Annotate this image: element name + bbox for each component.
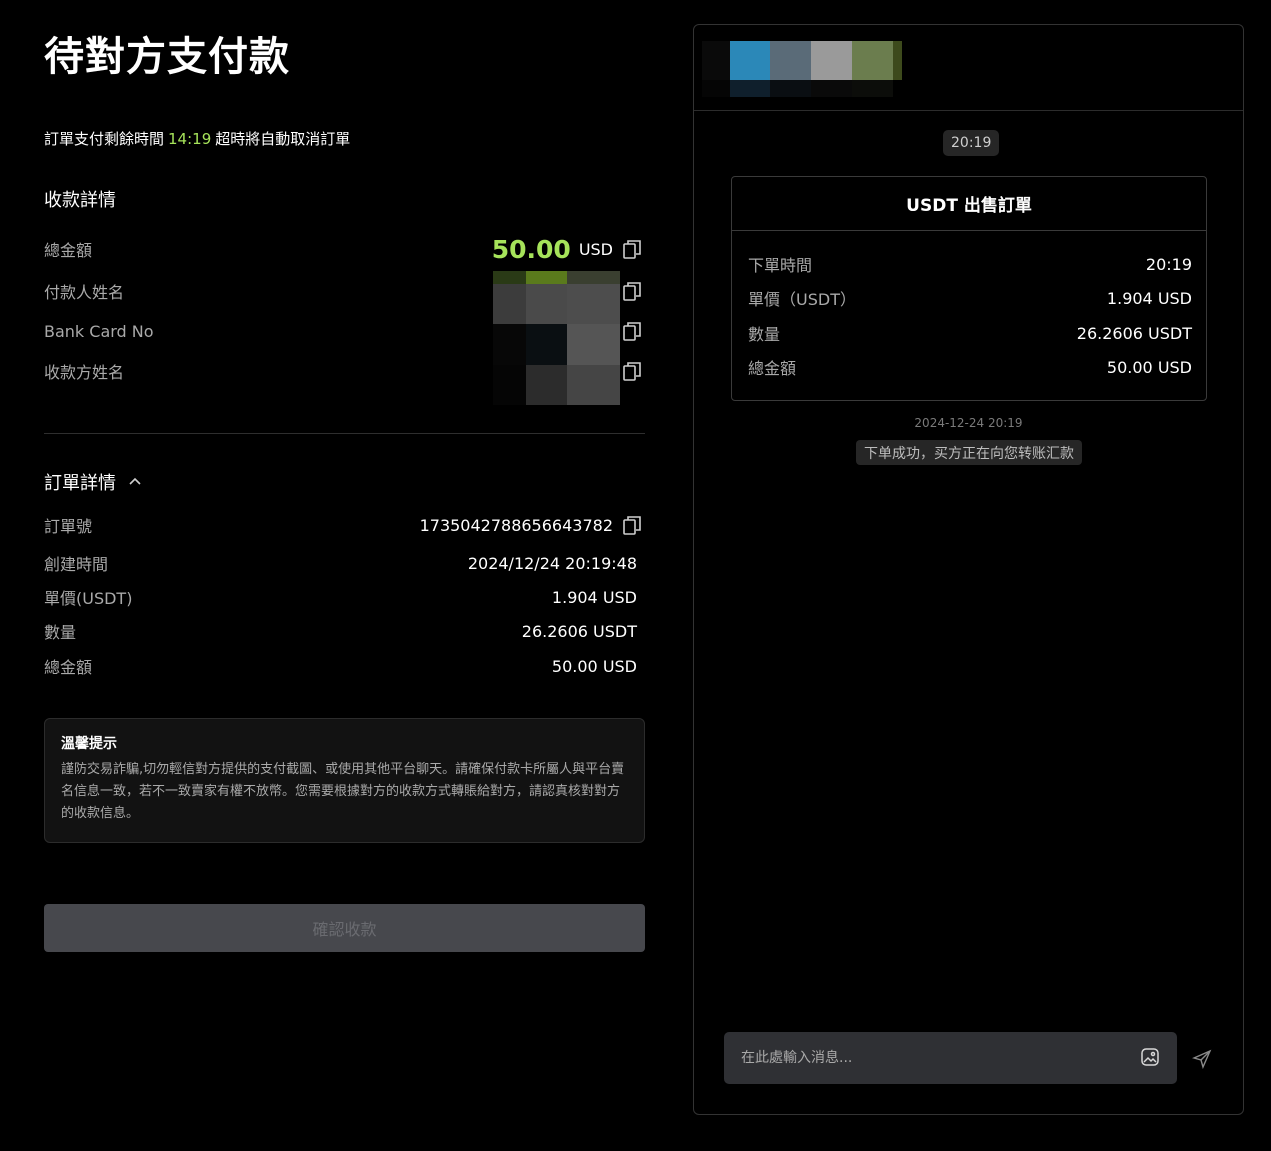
tip-title: 溫馨提示	[61, 736, 117, 752]
confirm-receipt-button[interactable]: 確認收款	[44, 904, 645, 952]
order-card-title: USDT 出售訂單	[732, 177, 1206, 231]
divider	[44, 433, 645, 434]
system-message-time: 2024-12-24 20:19	[914, 416, 1023, 430]
system-message: 下单成功，买方正在向您转账汇款	[856, 440, 1082, 465]
order-total-label: 總金額	[44, 658, 93, 677]
chat-panel: 20:19 USDT 出售訂單 下單時間 20:19 單價（USDT） 1.90…	[693, 24, 1244, 1115]
countdown-time: 14:19	[168, 130, 212, 148]
copy-icon[interactable]	[623, 321, 641, 341]
payment-total-label: 總金額	[44, 241, 93, 260]
order-card-row: 總金額 50.00 USD	[748, 353, 1192, 381]
order-card-row: 單價（USDT） 1.904 USD	[748, 284, 1192, 312]
message-input-container	[724, 1032, 1177, 1084]
payment-total-unit: USD	[578, 239, 613, 259]
payment-details-title: 收款詳情	[44, 190, 116, 211]
chat-time-pill: 20:19	[943, 130, 1000, 156]
order-card-label: 下單時間	[748, 256, 813, 275]
payment-total-row: 總金額 50.00 USD	[44, 234, 645, 264]
order-detail-row: 創建時間 2024/12/24 20:19:48	[44, 548, 645, 578]
chevron-up-icon[interactable]	[128, 475, 142, 489]
countdown-prefix: 訂單支付剩餘時間	[44, 130, 165, 148]
message-input[interactable]	[724, 1032, 1124, 1084]
countdown-suffix: 超時將自動取消訂單	[215, 130, 351, 148]
order-card-row: 下單時間 20:19	[748, 250, 1192, 278]
order-card-label: 數量	[748, 325, 781, 344]
payee-name-label: 收款方姓名	[44, 363, 125, 382]
payment-total-amount: 50.00	[491, 234, 571, 264]
order-total-value: 50.00 USD	[551, 656, 637, 676]
order-detail-row: 數量 26.2606 USDT	[44, 616, 645, 646]
order-card-value: 20:19	[1145, 254, 1192, 274]
tip-text: 謹防交易詐騙,切勿輕信對方提供的支付截圖、或使用其他平台聊天。請確保付款卡所屬人…	[61, 762, 625, 821]
order-card-label: 總金額	[748, 359, 797, 378]
order-number-label: 訂單號	[44, 517, 93, 536]
order-detail-row: 總金額 50.00 USD	[44, 651, 645, 681]
order-detail-row: 單價(USDT) 1.904 USD	[44, 582, 645, 612]
page-title: 待對方支付款	[44, 34, 290, 80]
copy-icon[interactable]	[623, 281, 641, 301]
order-card-row: 數量 26.2606 USDT	[748, 319, 1192, 347]
unit-price-value: 1.904 USD	[551, 587, 637, 607]
created-time-value: 2024/12/24 20:19:48	[467, 553, 637, 573]
redacted-payment-info	[493, 271, 620, 405]
copy-icon[interactable]	[623, 515, 641, 535]
countdown-notice: 訂單支付剩餘時間 14:19 超時將自動取消訂單	[44, 128, 350, 149]
quantity-label: 數量	[44, 623, 77, 642]
copy-icon[interactable]	[623, 361, 641, 381]
payer-name-label: 付款人姓名	[44, 283, 125, 302]
copy-icon[interactable]	[623, 239, 641, 259]
order-card-label: 單價（USDT）	[748, 290, 856, 309]
unit-price-label: 單價(USDT)	[44, 589, 133, 608]
payment-total-value: 50.00 USD	[492, 235, 613, 264]
warning-tip: 溫馨提示 謹防交易詐騙,切勿輕信對方提供的支付截圖、或使用其他平台聊天。請確保付…	[44, 718, 645, 843]
order-summary-card: USDT 出售訂單 下單時間 20:19 單價（USDT） 1.904 USD …	[731, 176, 1207, 401]
order-number-value: 1735042788656643782	[419, 515, 613, 535]
order-card-value: 26.2606 USDT	[1076, 323, 1192, 343]
chat-header	[694, 25, 1243, 111]
created-time-label: 創建時間	[44, 555, 109, 574]
avatar	[702, 41, 902, 97]
bank-card-label: Bank Card No	[44, 321, 154, 341]
order-details-header[interactable]: 訂單詳情	[44, 469, 142, 495]
send-icon[interactable]	[1192, 1049, 1212, 1069]
order-detail-row: 訂單號 1735042788656643782	[44, 510, 645, 540]
order-card-value: 50.00 USD	[1106, 357, 1192, 377]
order-details-title: 訂單詳情	[44, 473, 116, 494]
order-card-value: 1.904 USD	[1106, 288, 1192, 308]
image-icon[interactable]	[1140, 1047, 1160, 1067]
quantity-value: 26.2606 USDT	[521, 621, 637, 641]
